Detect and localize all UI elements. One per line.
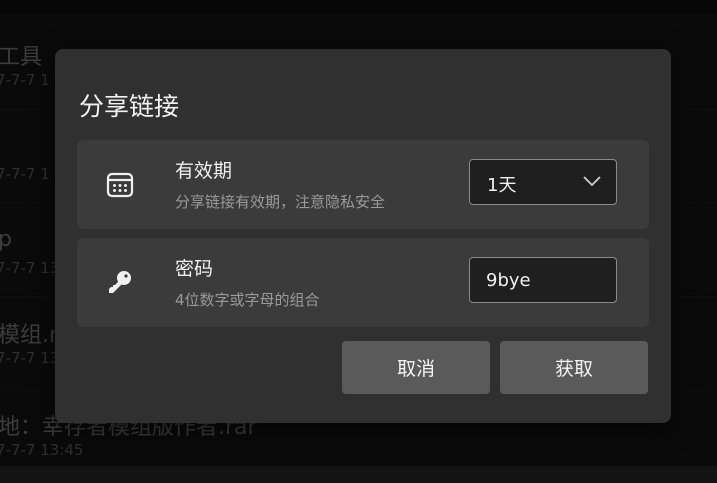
password-card: 密码 4位数字或字母的组合	[77, 238, 649, 327]
share-link-dialog: 分享链接 有效期 分享链接有效期，注意隐私安全 1天 密码 4位数字或字母的组合…	[55, 49, 671, 423]
chevron-down-icon	[583, 176, 601, 187]
password-input[interactable]	[469, 257, 617, 303]
expiry-select[interactable]: 1天	[469, 159, 617, 205]
cancel-button[interactable]: 取消	[342, 341, 490, 394]
calendar-icon	[106, 172, 134, 198]
confirm-button[interactable]: 获取	[500, 341, 648, 394]
expiry-title: 有效期	[175, 160, 233, 182]
key-icon	[109, 271, 131, 293]
password-title: 密码	[175, 258, 214, 280]
dialog-title: 分享链接	[79, 92, 180, 121]
expiry-selected-value: 1天	[487, 175, 517, 196]
expiry-description: 分享链接有效期，注意隐私安全	[175, 193, 386, 211]
password-description: 4位数字或字母的组合	[175, 291, 320, 309]
expiry-card: 有效期 分享链接有效期，注意隐私安全 1天	[77, 140, 649, 229]
